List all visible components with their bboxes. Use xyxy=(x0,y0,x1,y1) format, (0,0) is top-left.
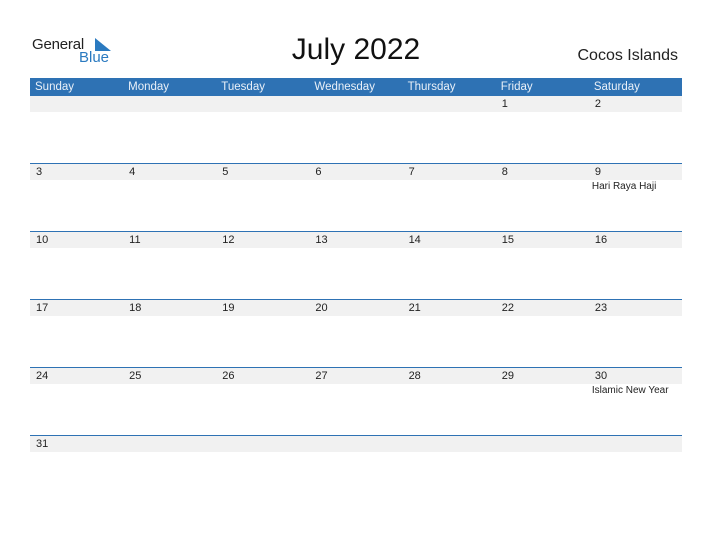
day-cell: 18 xyxy=(123,300,216,316)
day-cell xyxy=(123,96,216,112)
country-label: Cocos Islands xyxy=(577,47,679,64)
day-cell xyxy=(403,96,496,112)
day-number: 14 xyxy=(408,234,421,246)
day-number: 18 xyxy=(129,302,142,314)
day-number: 6 xyxy=(315,166,322,178)
weekday-tuesday: Tuesday xyxy=(221,81,265,93)
day-number: 15 xyxy=(501,234,514,246)
day-number: 9 xyxy=(594,166,601,178)
day-number: 7 xyxy=(408,166,415,178)
day-number: 23 xyxy=(594,302,608,314)
day-number: 19 xyxy=(222,302,235,314)
day-cell: 3 xyxy=(30,164,123,180)
day-cell: 16 xyxy=(589,232,682,248)
weekday-header: Sunday Monday Tuesday Wednesday Thursday… xyxy=(30,78,682,96)
day-cell xyxy=(309,436,402,452)
day-cell: 25 xyxy=(123,368,216,384)
day-cell: 11 xyxy=(123,232,216,248)
day-cell: 13 xyxy=(309,232,402,248)
week-row: 10 11 12 13 14 15 16 xyxy=(30,231,682,299)
weeks-container: 1 2 3 4 5 6 7 8 9 Hari Raya Haji 10 11 12 13 14 15 16 17 1… xyxy=(30,96,682,452)
weekday-monday: Monday xyxy=(128,81,170,93)
day-cell xyxy=(589,436,682,452)
day-number: 16 xyxy=(594,234,608,246)
weekday-thursday: Thursday xyxy=(407,81,456,93)
day-cell: 4 xyxy=(123,164,216,180)
holiday-label: Hari Raya Haji xyxy=(591,181,657,192)
day-cell: 5 xyxy=(216,164,309,180)
day-cell: 2 xyxy=(589,96,682,112)
day-cell: 31 xyxy=(30,436,123,452)
week-row: 31 xyxy=(30,435,682,452)
week-row: 12 xyxy=(30,96,682,163)
day-number: 17 xyxy=(36,302,49,314)
day-cell: 23 xyxy=(589,300,682,316)
day-cell: 27 xyxy=(309,368,402,384)
week-day-strip: 17 18 19 20 21 22 23 xyxy=(30,300,682,316)
day-number: 10 xyxy=(36,234,49,246)
day-number: 5 xyxy=(222,166,229,178)
day-cell: 8 xyxy=(496,164,589,180)
day-cell: 22 xyxy=(496,300,589,316)
day-number: 29 xyxy=(501,370,514,382)
holiday-label: Islamic New Year xyxy=(591,385,669,396)
day-number: 4 xyxy=(129,166,136,178)
day-cell: 17 xyxy=(30,300,123,316)
day-cell: 29 xyxy=(496,368,589,384)
week-row: 3 4 5 6 7 8 9 Hari Raya Haji xyxy=(30,163,682,231)
day-cell xyxy=(216,96,309,112)
weekday-saturday: Saturday xyxy=(593,81,640,93)
day-number: 26 xyxy=(222,370,235,382)
week-day-strip: 3 4 5 6 7 8 9 Hari Raya Haji xyxy=(30,164,682,192)
day-cell: 19 xyxy=(216,300,309,316)
day-number: 30 xyxy=(594,370,608,382)
day-number: 13 xyxy=(315,234,328,246)
week-day-strip: 10 11 12 13 14 15 16 xyxy=(30,232,682,248)
day-number: 3 xyxy=(36,166,43,178)
day-cell xyxy=(123,436,216,452)
day-number: 27 xyxy=(315,370,328,382)
day-cell: 10 xyxy=(30,232,123,248)
day-number: 8 xyxy=(501,166,508,178)
day-cell: 1 xyxy=(496,96,589,112)
weekday-wednesday: Wednesday xyxy=(314,81,375,93)
day-cell xyxy=(216,436,309,452)
week-day-strip: 31 xyxy=(30,436,682,452)
day-cell: 24 xyxy=(30,368,123,384)
day-cell: 21 xyxy=(403,300,496,316)
week-day-strip: 24 25 26 27 28 29 30 Islamic New Year xyxy=(30,368,682,396)
day-cell xyxy=(403,436,496,452)
day-number: 2 xyxy=(594,98,601,110)
day-number: 1 xyxy=(501,98,508,110)
day-number: 22 xyxy=(501,302,514,314)
day-number: 21 xyxy=(408,302,421,314)
weekday-sunday: Sunday xyxy=(35,81,75,93)
day-cell: 28 xyxy=(403,368,496,384)
day-cell: 15 xyxy=(496,232,589,248)
day-cell: 20 xyxy=(309,300,402,316)
day-cell: 9 Hari Raya Haji xyxy=(589,164,682,192)
day-number: 12 xyxy=(222,234,235,246)
day-cell: 7 xyxy=(403,164,496,180)
week-day-strip: 12 xyxy=(30,96,682,112)
day-number: 31 xyxy=(36,438,49,450)
week-row: 24 25 26 27 28 29 30 Islamic New Year xyxy=(30,367,682,435)
day-cell: 26 xyxy=(216,368,309,384)
day-number: 28 xyxy=(408,370,421,382)
day-cell xyxy=(30,96,123,112)
day-number: 25 xyxy=(129,370,142,382)
day-number: 11 xyxy=(129,234,141,246)
day-cell: 12 xyxy=(216,232,309,248)
day-cell: 6 xyxy=(309,164,402,180)
day-cell xyxy=(309,96,402,112)
day-number: 20 xyxy=(315,302,328,314)
calendar-grid: Sunday Monday Tuesday Wednesday Thursday… xyxy=(30,78,682,452)
day-cell: 30 Islamic New Year xyxy=(589,368,682,396)
day-number: 24 xyxy=(36,370,49,382)
weekday-friday: Friday xyxy=(500,81,533,93)
day-cell: 14 xyxy=(403,232,496,248)
day-cell xyxy=(496,436,589,452)
week-row: 17 18 19 20 21 22 23 xyxy=(30,299,682,367)
